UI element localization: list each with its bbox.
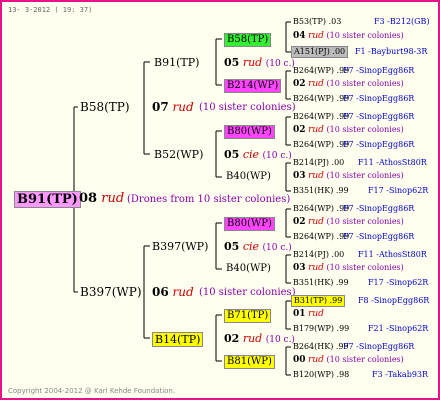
l4-bot: B264(WP) .99 xyxy=(293,140,350,149)
l4-top-right: F11 -AthosSt80R xyxy=(358,158,427,167)
parent-bot-note: (10 sister colonies) xyxy=(199,287,296,298)
gp-c: B397(WP) xyxy=(152,240,209,253)
l4-top: B53(TP) .03 xyxy=(293,17,342,26)
l4-bot: B120(WP) .98 xyxy=(293,370,350,379)
l4-bot: B264(WP) .99 xyxy=(293,94,350,103)
l4-bot: B264(WP) .99 xyxy=(293,232,350,241)
root-queen: B91(TP) xyxy=(14,191,81,208)
root-mating: 08 rud xyxy=(79,191,125,206)
parent-bot-mating: 06 rud xyxy=(152,285,194,299)
gp-b: B52(WP) xyxy=(154,148,204,161)
l4-mating: 03 rud (10 sister colonies) xyxy=(293,263,404,273)
parent-top-note: (10 sister colonies) xyxy=(199,102,296,113)
ggp-6: B40(WP) xyxy=(226,263,271,274)
l4-top: B31(TP) .99 xyxy=(291,295,346,307)
l4-top-right: F7 -SinopEgg86R xyxy=(343,66,415,75)
l4-bot-right: F3 -Takab93R xyxy=(372,370,429,379)
parent-top-mating: 07 rud xyxy=(152,100,194,114)
l4-top-right: F3 -B212(GB) xyxy=(374,17,430,26)
l4-mating: 00 rud (10 sister colonies) xyxy=(293,355,404,365)
l4-bot-right: F7 -SinopEgg86R xyxy=(343,232,415,241)
l4-bot-right: F1 -Bayburt98-3R xyxy=(355,47,428,56)
ggp-7: B71(TP) xyxy=(224,309,272,323)
parent-top: B58(TP) xyxy=(80,100,130,114)
l4-top: B264(WP) .99 xyxy=(293,204,350,213)
l4-top: B214(PJ) .00 xyxy=(293,250,345,259)
l4-top: B264(WP) .99 xyxy=(293,66,350,75)
copyright: Copyright 2004-2012 @ Karl Kehde Foundat… xyxy=(8,387,176,395)
gp-c-mating: 05 cie (10 c.) xyxy=(224,240,292,253)
l4-bot-right: F7 -SinopEgg86R xyxy=(343,94,415,103)
l4-mating: 02 rud (10 sister colonies) xyxy=(293,217,404,227)
l4-mating: 01 rud xyxy=(293,309,324,319)
l4-mating: 03 rud (10 sister colonies) xyxy=(293,171,404,181)
pedigree-frame: 13- 3-2012 ( 19: 37) B91(TP) 08 rud (Dro… xyxy=(0,0,440,400)
l4-bot: B351(HK) .99 xyxy=(293,278,349,287)
l4-top-right: F7 -SinopEgg86R xyxy=(343,342,415,351)
ggp-4: B40(WP) xyxy=(226,171,271,182)
l4-bot: A151(PJ) .00 xyxy=(291,46,349,58)
l4-top: B264(HK) .99 xyxy=(293,342,349,351)
l4-mating: 02 rud (10 sister colonies) xyxy=(293,125,404,135)
ggp-8: B81(WP) xyxy=(224,355,275,369)
gp-a: B91(TP) xyxy=(154,56,200,69)
l4-top-right: F11 -AthosSt80R xyxy=(358,250,427,259)
l4-bot-right: F17 -Sinop62R xyxy=(368,278,429,287)
l4-bot-right: F7 -SinopEgg86R xyxy=(343,140,415,149)
l4-top-right: F8 -SinopEgg86R xyxy=(358,296,430,305)
ggp-2: B214(WP) xyxy=(224,79,282,93)
l4-bot: B351(HK) .99 xyxy=(293,186,349,195)
l4-top: B214(PJ) .00 xyxy=(293,158,345,167)
l4-top: B264(WP) .99 xyxy=(293,112,350,121)
ggp-5: B80(WP) xyxy=(224,217,275,231)
ggp-3: B80(WP) xyxy=(224,125,275,139)
gp-d-mating: 02 rud (10 c.) xyxy=(224,332,295,345)
l4-bot: B179(WP) .99 xyxy=(293,324,350,333)
ggp-1: B58(TP) xyxy=(224,33,272,47)
l4-bot-right: F17 -Sinop62R xyxy=(368,186,429,195)
gp-a-mating: 05 rud (10 c.) xyxy=(224,56,295,69)
gp-d: B14(TP) xyxy=(152,332,204,347)
l4-bot-right: F21 -Sinop62R xyxy=(368,324,429,333)
l4-mating: 04 rud (10 sister colonies) xyxy=(293,31,404,41)
l4-top-right: F7 -SinopEgg86R xyxy=(343,112,415,121)
parent-bot: B397(WP) xyxy=(80,285,142,299)
l4-top-right: F7 -SinopEgg86R xyxy=(343,204,415,213)
gp-b-mating: 05 cie (10 c.) xyxy=(224,148,292,161)
l4-mating: 02 rud (10 sister colonies) xyxy=(293,79,404,89)
root-note: (Drones from 10 sister colonies) xyxy=(127,194,291,205)
